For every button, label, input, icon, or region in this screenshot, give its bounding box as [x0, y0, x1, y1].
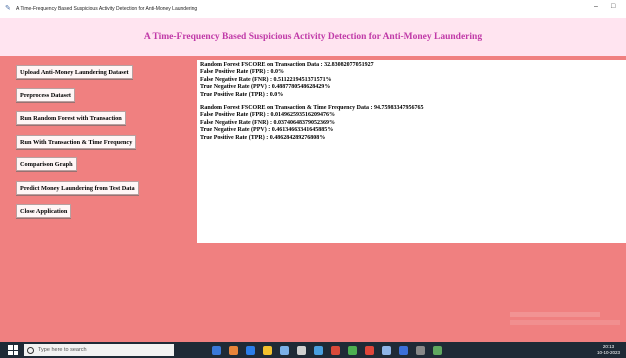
app-icon[interactable]: [399, 345, 408, 355]
activate-windows-watermark: [510, 312, 620, 325]
window-title: A Time-Frequency Based Suspicious Activi…: [16, 6, 198, 12]
file-explorer-icon[interactable]: [263, 345, 272, 355]
upload-dataset-button[interactable]: Upload Anti-Money Laundering Dataset: [16, 65, 133, 79]
app-icon[interactable]: [229, 345, 238, 355]
browser-icon[interactable]: [246, 345, 255, 355]
close-application-button[interactable]: Close Application: [16, 204, 72, 218]
app-icon[interactable]: [348, 345, 357, 355]
app-icon[interactable]: [382, 345, 391, 355]
app-icon[interactable]: [365, 345, 374, 355]
taskbar-search-box[interactable]: Type here to search: [24, 344, 174, 356]
search-icon: [27, 346, 34, 354]
run-transaction-time-frequency-button[interactable]: Run With Transaction & Time Frequency: [16, 135, 137, 149]
result-line: True Negative Rate (PPV) : 0.46134663341…: [200, 127, 334, 134]
result-line: True Positive Rate (TPR) : 0.48628428927…: [200, 134, 326, 141]
app-icon[interactable]: [331, 345, 340, 355]
result-line: False Positive Rate (FPR) : 0.0149625935…: [200, 112, 335, 119]
app-heading: A Time-Frequency Based Suspicious Activi…: [143, 32, 483, 42]
results-text-area[interactable]: Random Forest FSCORE on Transaction Data…: [197, 60, 626, 243]
app-icon[interactable]: [280, 345, 289, 355]
preprocess-dataset-button[interactable]: Preprocess Dataset: [16, 88, 76, 102]
run-random-forest-transaction-button[interactable]: Run Random Forest with Transaction: [16, 111, 126, 125]
system-tray-clock[interactable]: 20:13 10-10-2023: [597, 344, 620, 356]
result-line: True Negative Rate (PPV) : 0.48877805486…: [200, 84, 331, 91]
task-view-icon[interactable]: [212, 345, 221, 355]
restore-button[interactable]: □: [611, 3, 615, 10]
clock-date: 10-10-2023: [596, 350, 620, 355]
result-line: False Positive Rate (FPR) : 0.0%: [200, 69, 284, 76]
window-titlebar: ✎ A Time-Frequency Based Suspicious Acti…: [0, 0, 626, 18]
search-placeholder: Type here to search: [38, 347, 87, 353]
app-icon[interactable]: [433, 345, 442, 355]
result-line: True Positive Rate (TPR) : 0.0%: [200, 91, 284, 98]
app-icon[interactable]: [297, 345, 306, 355]
comparison-graph-button[interactable]: Comparison Graph: [16, 157, 77, 171]
app-heading-banner: A Time-Frequency Based Suspicious Activi…: [0, 18, 626, 56]
taskbar: Type here to search 20:13 10-10-2023: [0, 342, 626, 358]
app-icon[interactable]: [416, 345, 425, 355]
windows-start-icon[interactable]: [8, 345, 18, 355]
minimize-button[interactable]: –: [594, 3, 598, 10]
feather-icon: ✎: [5, 5, 11, 12]
app-icon[interactable]: [314, 345, 323, 355]
predict-money-laundering-button[interactable]: Predict Money Laundering from Test Data: [16, 181, 139, 195]
